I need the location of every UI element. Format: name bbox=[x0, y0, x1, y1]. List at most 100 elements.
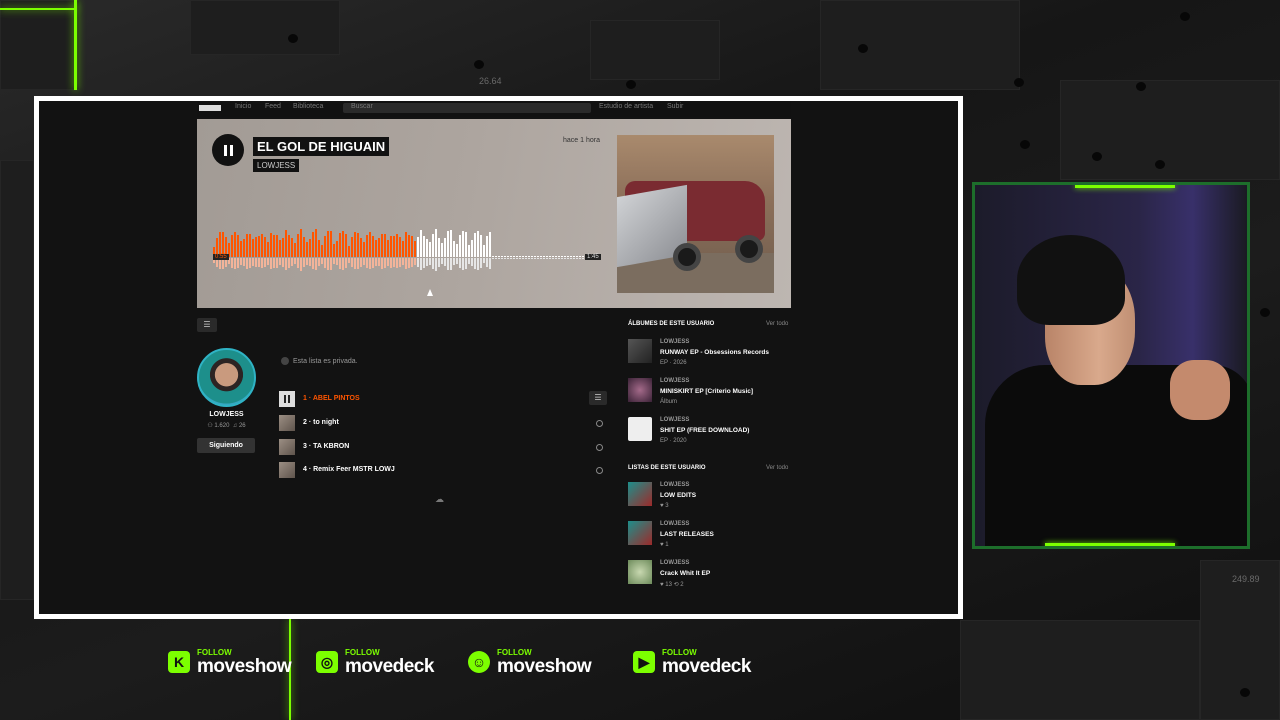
waveform-reflection bbox=[309, 258, 311, 266]
list-item[interactable]: 1 · ABEL PINTOS ☰ bbox=[279, 391, 607, 407]
waveform-reflection bbox=[261, 258, 263, 269]
profile-name[interactable]: LOWJESS bbox=[197, 411, 256, 418]
waveform-reflection bbox=[522, 258, 524, 259]
waveform-reflection bbox=[417, 258, 419, 267]
waveform-reflection bbox=[354, 258, 356, 270]
album-user[interactable]: LOWJESS bbox=[660, 378, 689, 384]
bg-stud bbox=[626, 80, 636, 89]
waveform-reflection bbox=[339, 258, 341, 269]
waveform-reflection bbox=[543, 258, 545, 259]
track-cover-art bbox=[617, 135, 774, 293]
waveform-bar bbox=[297, 234, 299, 257]
playlist-meta: ♥ 13 ⟲ 2 bbox=[660, 582, 684, 588]
album-item[interactable]: LOWJESS RUNWAY EP - Obsessions Records E… bbox=[628, 339, 798, 369]
waveform-bar bbox=[231, 235, 233, 257]
youtube-icon: ▶ bbox=[633, 651, 655, 673]
track-thumb[interactable] bbox=[279, 415, 295, 431]
waveform-reflection bbox=[426, 258, 428, 267]
playlist-title[interactable]: LAST RELEASES bbox=[660, 531, 714, 538]
list-item[interactable]: 4 · Remix Feer MSTR LOWJ bbox=[279, 462, 603, 478]
waveform-bar bbox=[234, 232, 236, 257]
neon-accent bbox=[1045, 543, 1175, 546]
waveform-reflection bbox=[420, 258, 422, 271]
following-button[interactable]: Siguiendo bbox=[197, 438, 255, 453]
bg-stud bbox=[1260, 308, 1270, 317]
waveform-bar bbox=[384, 234, 386, 257]
album-thumb bbox=[628, 378, 652, 402]
track-artist[interactable]: LOWJESS bbox=[253, 159, 300, 172]
waveform-reflection bbox=[294, 258, 296, 265]
waveform-reflection bbox=[486, 258, 488, 268]
playlist-meta: ♥ 3 bbox=[660, 503, 669, 509]
pause-button[interactable] bbox=[212, 134, 244, 166]
playlist-user[interactable]: LOWJESS bbox=[660, 521, 689, 527]
kick-icon: K bbox=[168, 651, 190, 673]
album-title[interactable]: MINISKIRT EP [Criterio Music] bbox=[660, 388, 753, 395]
nav-item-feed[interactable]: Feed bbox=[265, 103, 281, 110]
waveform-bar bbox=[369, 232, 371, 257]
track-thumb[interactable] bbox=[279, 462, 295, 478]
list-item[interactable]: 2 · to night bbox=[279, 415, 603, 431]
waveform-bar bbox=[315, 229, 317, 257]
search-input[interactable]: Buscar bbox=[343, 103, 591, 113]
nav-artist-studio[interactable]: Estudio de artista bbox=[599, 103, 653, 110]
waveform-bar bbox=[465, 231, 467, 257]
waveform-bar bbox=[450, 229, 452, 257]
waveform-bar bbox=[354, 232, 356, 257]
play-count-icon bbox=[596, 444, 603, 451]
album-title[interactable]: RUNWAY EP - Obsessions Records bbox=[660, 349, 769, 356]
nav-upload[interactable]: Subir bbox=[667, 103, 683, 110]
playlist-user[interactable]: LOWJESS bbox=[660, 560, 689, 566]
playlist-user[interactable]: LOWJESS bbox=[660, 482, 689, 488]
playlist-item[interactable]: LOWJESS Crack Whit It EP ♥ 13 ⟲ 2 bbox=[628, 560, 798, 590]
social-handle: movedeck bbox=[662, 655, 751, 677]
waveform-bar bbox=[420, 229, 422, 257]
track-thumb[interactable] bbox=[279, 439, 295, 455]
waveform-bar bbox=[519, 255, 521, 257]
playlist-item[interactable]: LOWJESS LAST RELEASES ♥ 1 bbox=[628, 521, 798, 551]
albums-see-all-link[interactable]: Ver todo bbox=[766, 321, 788, 327]
add-to-queue-button[interactable]: ☰ bbox=[197, 318, 217, 332]
waveform-bar bbox=[411, 235, 413, 257]
overlay-number: 26.64 bbox=[479, 76, 502, 86]
waveform-reflection bbox=[435, 258, 437, 271]
album-user[interactable]: LOWJESS bbox=[660, 417, 689, 423]
soundcloud-logo[interactable] bbox=[199, 105, 221, 111]
waveform[interactable] bbox=[213, 227, 599, 281]
posted-time: hace 1 hora bbox=[563, 137, 600, 144]
followers-icon: ⚇ bbox=[207, 423, 213, 429]
waveform-reflection bbox=[483, 258, 485, 264]
bg-block bbox=[0, 160, 34, 600]
bg-block bbox=[1060, 80, 1280, 180]
album-item[interactable]: LOWJESS SHIT EP (FREE DOWNLOAD) EP · 202… bbox=[628, 417, 798, 447]
playlist-title[interactable]: Crack Whit It EP bbox=[660, 570, 710, 577]
waveform-reflection bbox=[411, 258, 413, 268]
list-item[interactable]: 3 · TA KBRON bbox=[279, 439, 603, 455]
waveform-bar bbox=[270, 232, 272, 257]
cover-wheel bbox=[673, 243, 701, 271]
album-user[interactable]: LOWJESS bbox=[660, 339, 689, 345]
waveform-bar bbox=[459, 234, 461, 257]
playlist-item[interactable]: LOWJESS LOW EDITS ♥ 3 bbox=[628, 482, 798, 512]
track-thumb[interactable] bbox=[279, 391, 295, 407]
playlist-title[interactable]: LOW EDITS bbox=[660, 492, 696, 499]
waveform-bar bbox=[405, 232, 407, 257]
waveform-bar bbox=[561, 255, 563, 257]
pause-icon bbox=[223, 144, 227, 156]
more-options-button[interactable]: ☰ bbox=[589, 391, 607, 405]
waveform-reflection bbox=[525, 258, 527, 259]
waveform-reflection bbox=[336, 258, 338, 266]
waveform-bar bbox=[396, 233, 398, 257]
album-item[interactable]: LOWJESS MINISKIRT EP [Criterio Music] Ál… bbox=[628, 378, 798, 408]
waveform-bar bbox=[537, 255, 539, 257]
waveform-bar bbox=[579, 255, 581, 257]
nav-item-library[interactable]: Biblioteca bbox=[293, 103, 323, 110]
waveform-reflection bbox=[348, 258, 350, 263]
nav-item-home[interactable]: Inicio bbox=[235, 103, 251, 110]
lists-see-all-link[interactable]: Ver todo bbox=[766, 465, 788, 471]
avatar[interactable] bbox=[197, 348, 256, 407]
waveform-bar bbox=[303, 236, 305, 257]
profile-stats: ⚇ 1.620 ♫ 26 bbox=[197, 422, 256, 429]
album-title[interactable]: SHIT EP (FREE DOWNLOAD) bbox=[660, 427, 749, 434]
waveform-reflection bbox=[501, 258, 503, 259]
